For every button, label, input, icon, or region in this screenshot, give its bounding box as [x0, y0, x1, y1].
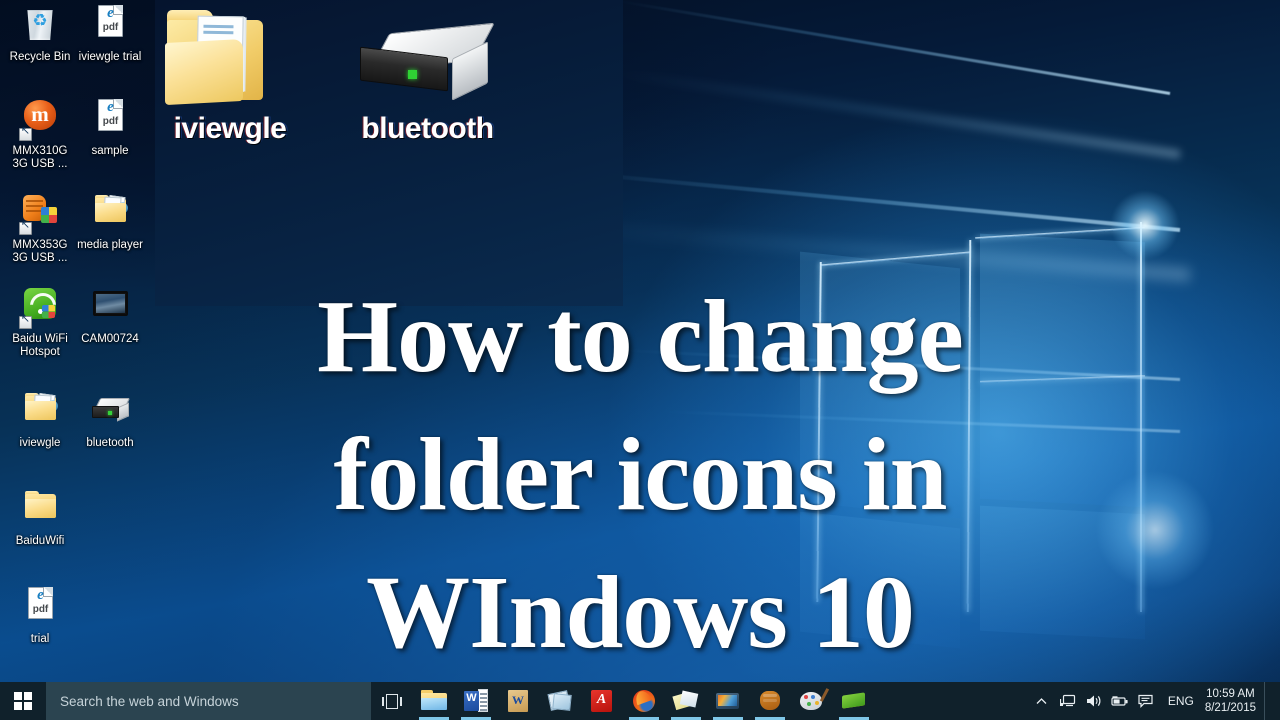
- desktop-icon-label: BaiduWifi: [15, 535, 65, 547]
- hand-icon: [757, 689, 783, 713]
- mmx310g-modem-icon: [17, 98, 63, 142]
- battery-icon[interactable]: [1107, 682, 1133, 720]
- desktop-icon-label: Recycle Bin: [9, 51, 71, 63]
- photo-thumbnail-icon: [87, 286, 133, 330]
- pdf-file-icon: e pdf: [87, 98, 133, 142]
- desktop-icon-label: CAM00724: [81, 333, 139, 345]
- paint-palette-icon: [799, 688, 830, 713]
- wallpaper-window-pane: [800, 511, 960, 649]
- firefox-icon: [631, 689, 657, 713]
- action-center-icon[interactable]: [1133, 682, 1159, 720]
- start-button[interactable]: [0, 682, 46, 720]
- presentation-icon: [547, 689, 573, 713]
- notes-icon: [672, 689, 699, 713]
- search-input[interactable]: Search the web and Windows: [46, 682, 371, 720]
- green-book-icon: [841, 689, 867, 713]
- magnified-icons-overlay: iviewgle bluetooth: [155, 0, 623, 306]
- media-player-icon: [715, 689, 741, 713]
- taskbar-app-screen-recorder[interactable]: [749, 682, 791, 720]
- mmx353g-modem-icon: [17, 192, 63, 236]
- pdf-file-icon: e pdf: [17, 586, 63, 630]
- file-explorer-icon: [421, 689, 447, 713]
- desktop-icon-iviewgle-trial[interactable]: e pdf iviewgle trial: [74, 4, 146, 64]
- pdf-file-icon: e pdf: [87, 4, 133, 48]
- task-view-icon: [382, 693, 402, 709]
- desktop-icon-recycle-bin[interactable]: Recycle Bin: [4, 4, 76, 64]
- taskbar-app-buttons: [413, 682, 875, 720]
- desktop-icon-sample[interactable]: e pdf sample: [74, 98, 146, 158]
- desktop-icon-label: iviewgle: [19, 437, 61, 449]
- wallpaper-hotspot: [1095, 470, 1215, 590]
- desktop-icon-cam00724[interactable]: CAM00724: [74, 286, 146, 346]
- taskbar-app-paint-tool[interactable]: [791, 682, 833, 720]
- taskbar-app-book-reader[interactable]: [833, 682, 875, 720]
- wallpaper-hotspot: [1110, 190, 1180, 260]
- desktop-icon-label: bluetooth: [86, 437, 134, 449]
- show-hidden-icons-icon[interactable]: [1029, 682, 1055, 720]
- desktop-screen: Recycle Bin epdf iviewgle trial MMX310G3…: [0, 0, 1280, 720]
- desktop-icon-baidu-wifi-hotspot[interactable]: Baidu WiFiHotspot: [4, 286, 76, 359]
- taskbar-app-wps-writer[interactable]: [497, 682, 539, 720]
- disk-drive-icon: [87, 390, 133, 434]
- taskbar-app-adobe-reader[interactable]: [581, 682, 623, 720]
- desktop-icon-label: iviewgle trial: [78, 51, 142, 63]
- desktop-icon-label: media player: [77, 239, 143, 251]
- plain-folder-icon: [17, 488, 63, 532]
- wallpaper-window-pane: [800, 251, 960, 519]
- desktop-icon-iviewgle-folder[interactable]: iviewgle: [4, 390, 76, 450]
- desktop-icon-label: sample: [91, 145, 129, 157]
- taskbar-app-media-player[interactable]: [707, 682, 749, 720]
- windows-logo-icon: [14, 692, 32, 710]
- desktop-icon-label: MMX353G 3G USB ...: [12, 239, 68, 264]
- desktop-icon-bluetooth[interactable]: bluetooth: [74, 390, 146, 450]
- taskbar: Search the web and Windows W W A ENG 10:…: [0, 682, 1280, 720]
- magnified-icon-label: bluetooth: [361, 112, 494, 145]
- taskbar-app-firefox[interactable]: [623, 682, 665, 720]
- adobe-reader-icon: [589, 689, 615, 713]
- system-tray: ENG 10:59 AM 8/21/2015: [1029, 682, 1280, 720]
- desktop-icon-label: trial: [30, 633, 50, 645]
- baidu-wifi-hotspot-icon: [17, 286, 63, 330]
- magnified-icon-label: iviewgle: [173, 112, 287, 145]
- magnified-documents-folder-icon[interactable]: [165, 10, 265, 106]
- wps-writer-icon: [505, 689, 531, 713]
- desktop-icon-media-player[interactable]: media player: [74, 192, 146, 252]
- desktop-icon-mmx310g[interactable]: MMX310G3G USB ...: [4, 98, 76, 171]
- clock[interactable]: 10:59 AM 8/21/2015: [1203, 687, 1264, 715]
- recycle-bin-icon: [17, 4, 63, 48]
- taskbar-app-presentation[interactable]: [539, 682, 581, 720]
- taskbar-app-notes[interactable]: [665, 682, 707, 720]
- task-view-button[interactable]: [371, 682, 413, 720]
- network-icon[interactable]: [1055, 682, 1081, 720]
- taskbar-app-file-explorer[interactable]: [413, 682, 455, 720]
- clock-time: 10:59 AM: [1206, 688, 1255, 700]
- desktop-icon-baiduwifi-folder[interactable]: BaiduWifi: [4, 488, 76, 548]
- show-desktop-button[interactable]: [1264, 682, 1270, 720]
- documents-folder-icon: [17, 390, 63, 434]
- documents-folder-icon: [87, 192, 133, 236]
- desktop-icon-trial[interactable]: e pdf trial: [4, 586, 76, 646]
- taskbar-app-word[interactable]: [455, 682, 497, 720]
- magnified-disk-drive-icon[interactable]: [360, 22, 495, 101]
- desktop-icon-mmx353g[interactable]: MMX353G3G USB ...: [4, 192, 76, 265]
- input-language-indicator[interactable]: ENG: [1159, 694, 1203, 708]
- search-placeholder: Search the web and Windows: [60, 693, 239, 709]
- desktop-icon-label: MMX310G 3G USB ...: [12, 145, 68, 170]
- word-icon: [463, 689, 489, 713]
- wallpaper-window-pane: [980, 233, 1145, 508]
- volume-icon[interactable]: [1081, 682, 1107, 720]
- clock-date: 8/21/2015: [1204, 702, 1256, 714]
- desktop-icon-label: Baidu WiFi Hotspot: [12, 333, 68, 358]
